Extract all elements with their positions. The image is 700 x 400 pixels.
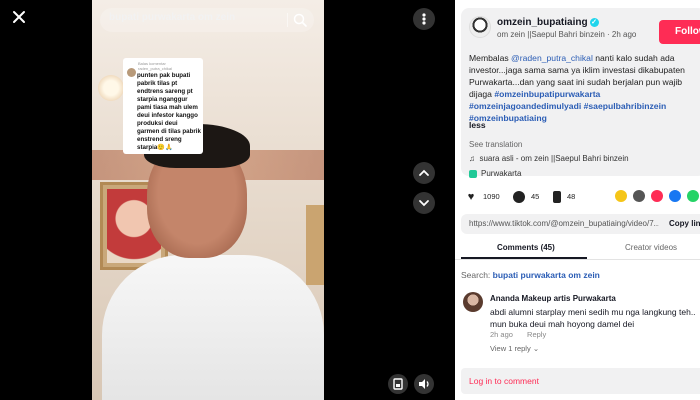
author-subtitle: om zein ||Saepul Bahri binzein · 2h ago [497, 30, 637, 39]
commenter-avatar[interactable] [463, 292, 483, 312]
next-video-button[interactable] [413, 192, 435, 214]
comments-search-suggestion[interactable]: Search: bupati purwakarta om zein [461, 270, 600, 280]
music-icon: ♫ [469, 154, 475, 163]
saves-count: 48 [567, 192, 576, 201]
like-button[interactable]: ♥ 1090 [465, 190, 500, 204]
heart-icon: ♥ [467, 191, 475, 204]
video-pane: bupati purwakarta om zein Balas komentar… [0, 0, 455, 400]
search-icon[interactable] [292, 12, 308, 28]
reply-button[interactable]: Reply [527, 330, 546, 339]
sticker-text: punten pak bupati pabrik tilas pt endtre… [137, 72, 201, 151]
author-avatar[interactable] [469, 16, 491, 38]
more-options-button[interactable] [413, 8, 435, 30]
search-prefix: Search: [461, 270, 493, 280]
share-url[interactable]: https://www.tiktok.com/@omzein_bupatiain… [469, 219, 659, 228]
chevron-down-icon: ⌄ [532, 344, 540, 353]
action-bar: ♥ 1090 45 48 [461, 190, 700, 206]
tabs: Comments (45) Creator videos [455, 240, 700, 260]
view-replies-button[interactable]: View 1 reply ⌄ [490, 344, 539, 353]
share-send-icon[interactable] [651, 190, 663, 202]
person-body [102, 255, 324, 400]
save-button[interactable]: 48 [553, 190, 575, 204]
location-name: Purwakarta [481, 169, 522, 178]
volume-icon [419, 379, 429, 389]
search-divider [287, 13, 288, 27]
author-handle[interactable]: omzein_bupatiaing ✓ [497, 17, 599, 28]
share-embed-icon[interactable] [615, 190, 627, 202]
login-to-comment-link[interactable]: Log in to comment [469, 376, 539, 386]
tab-creator-videos[interactable]: Creator videos [625, 243, 677, 252]
more-icon [422, 13, 426, 25]
music-title: suara asli - om zein ||Saepul Bahri binz… [479, 154, 629, 163]
share-url-row: https://www.tiktok.com/@omzein_bupatiain… [461, 214, 700, 234]
comment-button[interactable]: 45 [513, 190, 539, 204]
login-to-comment-bar[interactable]: Log in to comment [461, 368, 700, 394]
details-panel: omzein_bupatiaing ✓ om zein ||Saepul Bahr… [455, 0, 700, 400]
author-handle-text: omzein_bupatiaing [497, 17, 588, 28]
follow-button[interactable]: Follow [659, 20, 700, 44]
chevron-down-icon [419, 200, 429, 207]
share-link-icon[interactable] [633, 190, 645, 202]
sticker-meta: Balas komentar raden_putra_chikal [138, 61, 173, 71]
reply-comment-sticker: Balas komentar raden_putra_chikal punten… [123, 58, 203, 154]
bookmark-icon [553, 191, 561, 204]
miniplayer-button[interactable] [388, 374, 408, 394]
mention-link[interactable]: @raden_putra_chikal [511, 53, 593, 63]
comments-count: 45 [531, 192, 540, 201]
tab-comments[interactable]: Comments (45) [497, 243, 555, 252]
commenter-name[interactable]: Ananda Makeup artis Purwakarta [490, 294, 616, 303]
tab-underline [461, 257, 587, 259]
video-search-bar[interactable]: bupati purwakarta om zein [100, 8, 314, 32]
likes-count: 1090 [483, 192, 500, 201]
tiktok-video-viewer: bupati purwakarta om zein Balas komentar… [0, 0, 700, 400]
previous-video-button[interactable] [413, 162, 435, 184]
post-card: omzein_bupatiaing ✓ om zein ||Saepul Bahr… [461, 8, 700, 178]
less-button[interactable]: less [469, 120, 486, 130]
music-row[interactable]: ♫ suara asli - om zein ||Saepul Bahri bi… [469, 154, 629, 163]
comment-text: abdi alumni starplay meni sedih mu nga l… [490, 307, 696, 329]
sticker-avatar [127, 68, 136, 77]
share-whatsapp-icon[interactable] [687, 190, 699, 202]
comment-icon [513, 191, 525, 204]
location-row[interactable]: Purwakarta [469, 169, 521, 178]
search-query: bupati purwakarta om zein [109, 12, 236, 23]
location-icon [469, 169, 477, 178]
search-keyword: bupati purwakarta om zein [492, 270, 600, 280]
chevron-up-icon [419, 169, 429, 176]
share-facebook-icon[interactable] [669, 190, 681, 202]
lamp-decor [98, 75, 124, 101]
miniplayer-icon [393, 378, 403, 390]
view-replies-label: View 1 reply [490, 344, 531, 353]
comment-meta: 2h ago Reply [490, 330, 546, 339]
comment-time: 2h ago [490, 330, 513, 339]
hashtags[interactable]: #omzeinbupatipurwakarta #omzeinjagoanded… [469, 89, 666, 123]
desc-prefix: Membalas [469, 53, 512, 63]
copy-link-button[interactable]: Copy link [669, 219, 700, 228]
verified-icon: ✓ [589, 17, 599, 27]
post-description: Membalas @raden_putra_chikal nanti kalo … [469, 52, 700, 124]
see-translation-link[interactable]: See translation [469, 140, 522, 149]
volume-button[interactable] [414, 374, 434, 394]
painting-right [306, 205, 324, 285]
close-icon[interactable] [12, 10, 26, 24]
